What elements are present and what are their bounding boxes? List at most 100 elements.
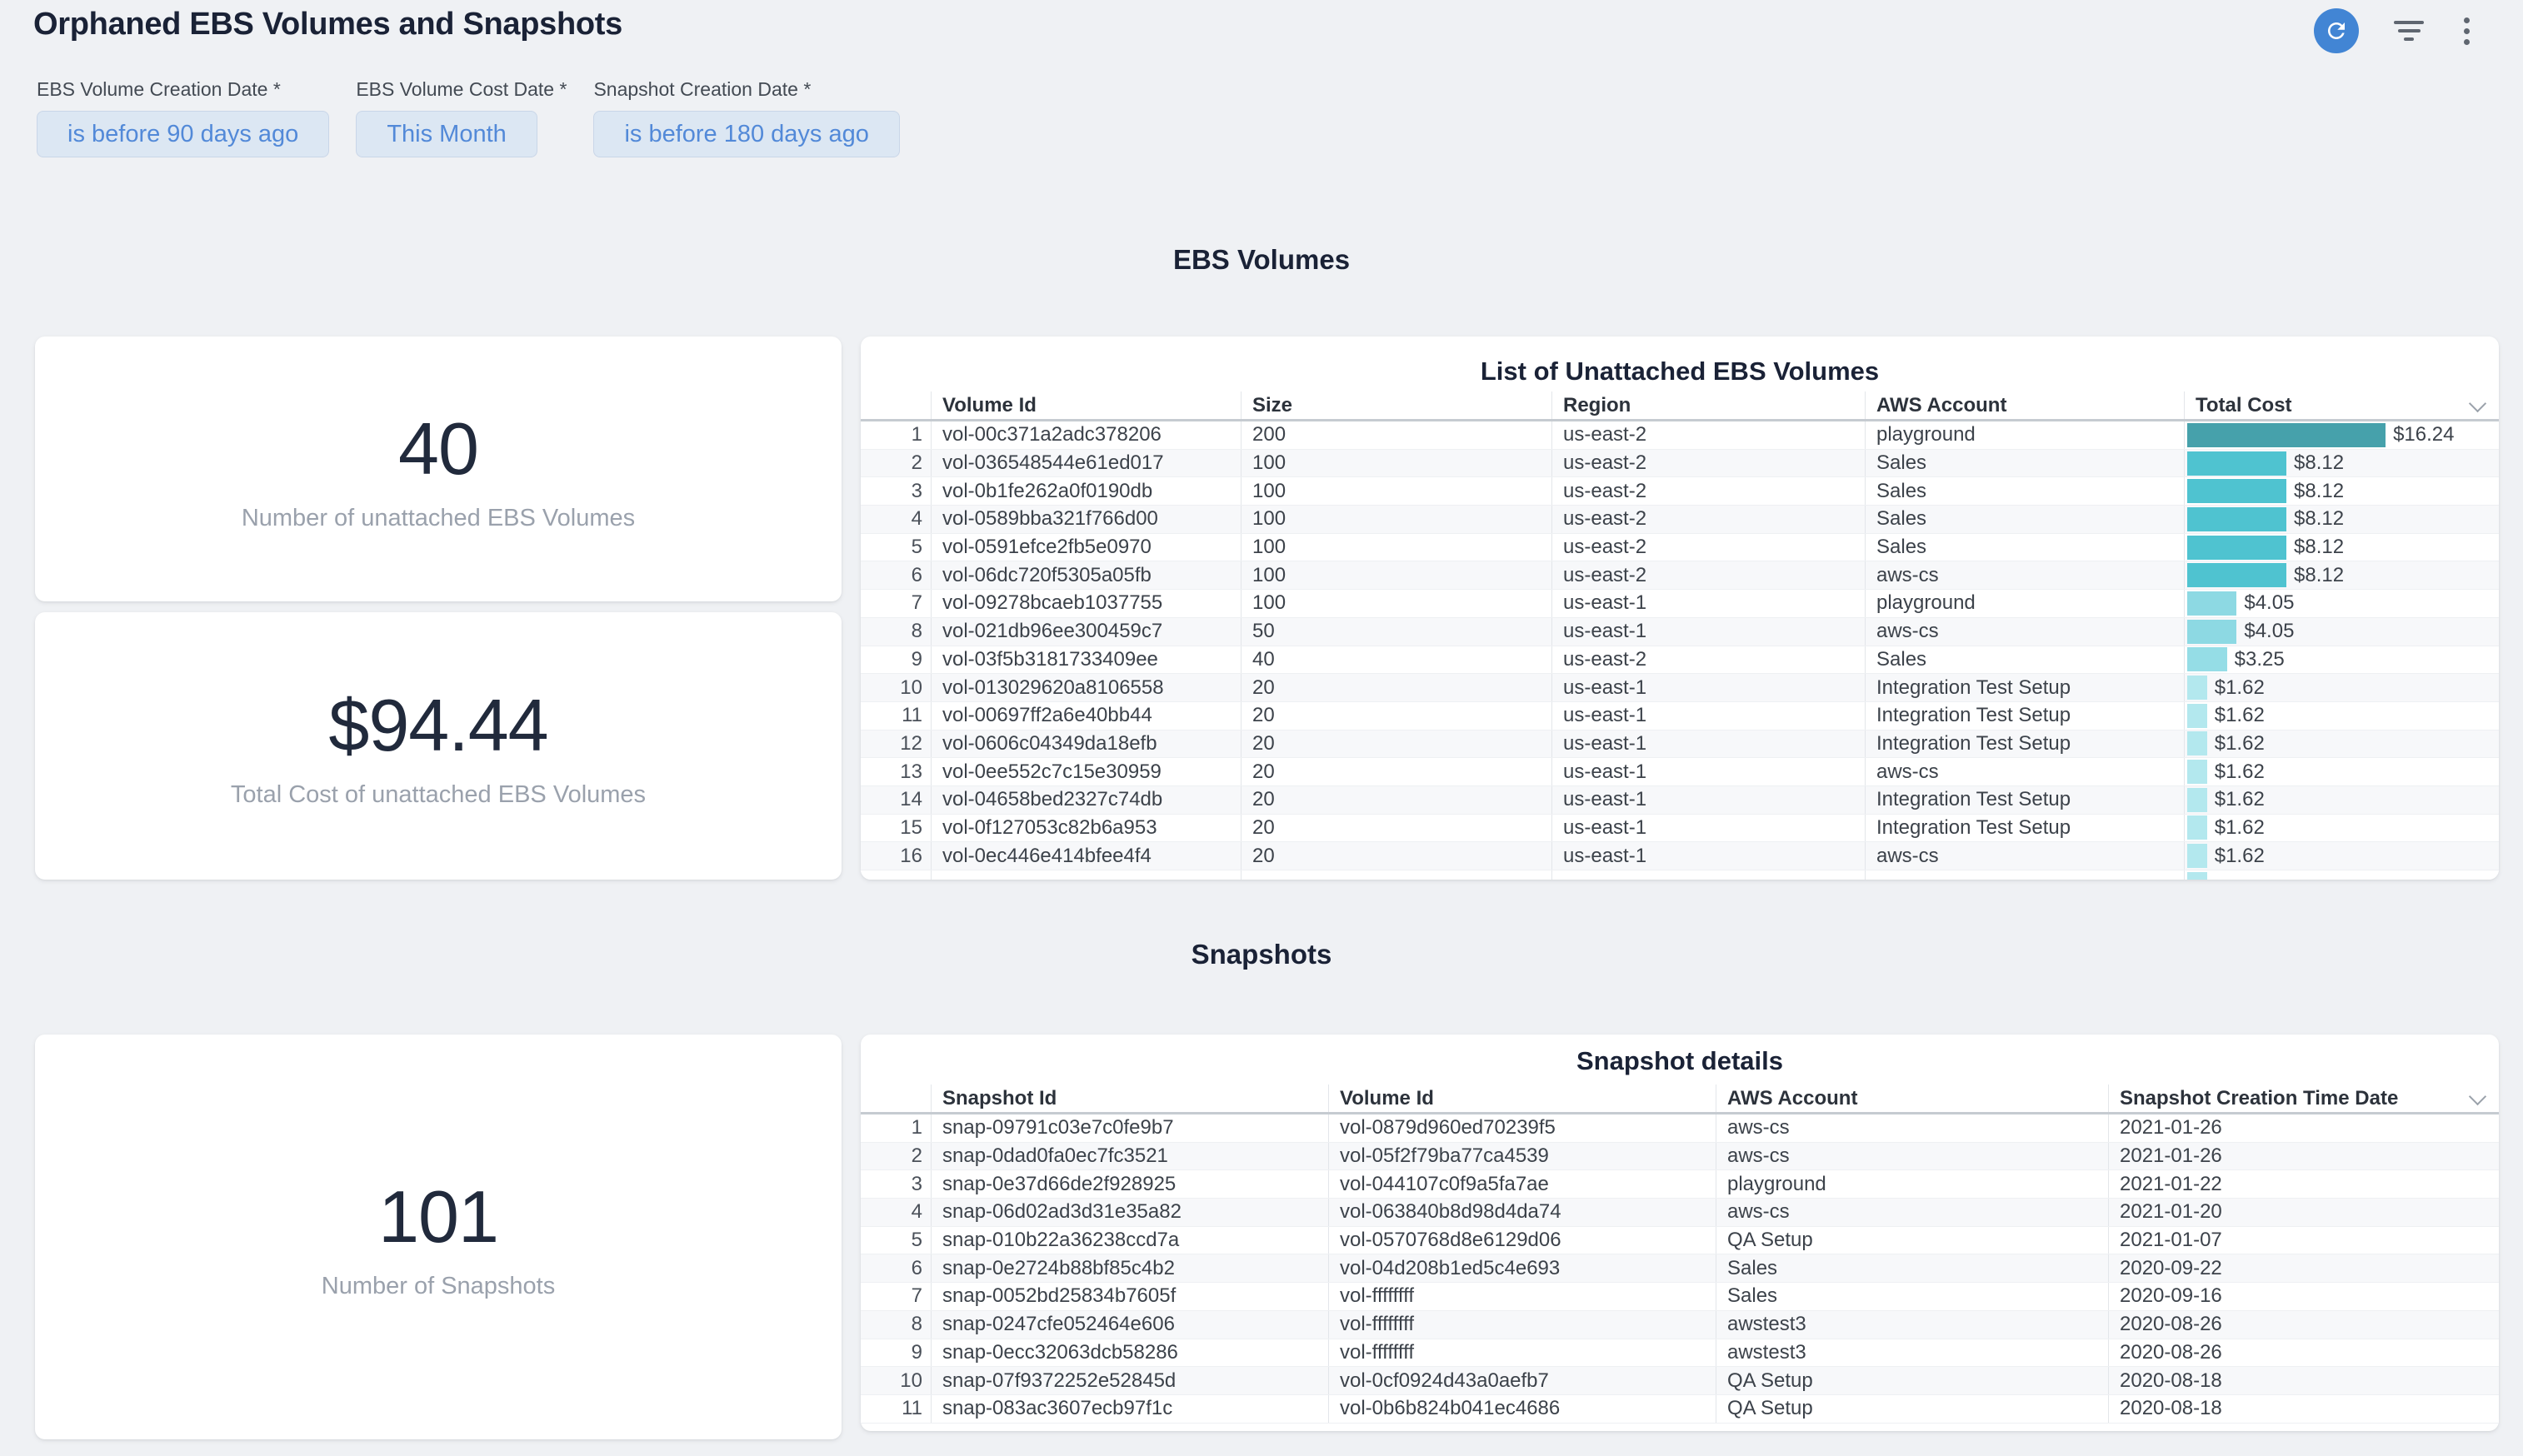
cell-aws-account[interactable]: Integration Test Setup [1865, 730, 2184, 758]
cell-total-cost[interactable]: $3.25 [2184, 646, 2499, 674]
cell-total-cost[interactable]: $8.12 [2184, 534, 2499, 561]
cell-volume-id[interactable]: vol-ffffffff [1328, 1283, 1716, 1310]
column-header-volume-id[interactable]: Volume Id [1328, 1085, 1716, 1112]
cell-total-cost[interactable]: $1.62 [2184, 674, 2499, 701]
cell-aws-account[interactable]: Sales [1865, 506, 2184, 533]
cell-volume-id[interactable]: vol-0b1fe262a0f0190db [931, 477, 1241, 505]
filter-chip-volume-creation-date[interactable]: is before 90 days ago [37, 111, 329, 157]
cell-region[interactable]: us-east-1 [1551, 786, 1865, 814]
cell-volume-id[interactable]: vol-021db96ee300459c7 [931, 618, 1241, 646]
cell-total-cost[interactable] [2184, 870, 2499, 880]
cell-volume-id[interactable]: vol-0570768d8e6129d06 [1328, 1227, 1716, 1254]
kebab-menu-icon[interactable] [2459, 12, 2475, 50]
cell-volume-id[interactable]: vol-013029620a8106558 [931, 674, 1241, 701]
cell-snapshot-id[interactable]: snap-06d02ad3d31e35a82 [931, 1199, 1328, 1226]
cell-aws-account[interactable]: QA Setup [1716, 1367, 2108, 1394]
column-header-aws-account[interactable]: AWS Account [1865, 391, 2184, 419]
cell-aws-account[interactable]: aws-cs [1865, 561, 2184, 589]
cell-volume-id[interactable]: vol-04658bed2327c74db [931, 786, 1241, 814]
cell-snapshot-id[interactable]: snap-0e37d66de2f928925 [931, 1170, 1328, 1198]
cell-snapshot-creation-date[interactable]: 2020-08-26 [2108, 1339, 2499, 1367]
cell-volume-id[interactable]: vol-06dc720f5305a05fb [931, 561, 1241, 589]
cell-aws-account[interactable]: Integration Test Setup [1865, 674, 2184, 701]
cell-aws-account[interactable]: Integration Test Setup [1865, 702, 2184, 730]
cell-aws-account[interactable]: playground [1716, 1170, 2108, 1198]
cell-volume-id[interactable]: vol-00c371a2adc378206 [931, 421, 1241, 449]
cell-size[interactable]: 20 [1241, 842, 1551, 870]
cell-region[interactable]: us-east-2 [1551, 534, 1865, 561]
cell-snapshot-id[interactable]: snap-0052bd25834b7605f [931, 1283, 1328, 1310]
refresh-button[interactable] [2314, 8, 2359, 53]
cell-aws-account[interactable]: QA Setup [1716, 1227, 2108, 1254]
cell-region[interactable]: us-east-1 [1551, 674, 1865, 701]
cell-volume-id[interactable]: vol-0f127053c82b6a953 [931, 815, 1241, 842]
cell-snapshot-creation-date[interactable]: 2020-08-26 [2108, 1311, 2499, 1339]
filter-chip-volume-cost-date[interactable]: This Month [356, 111, 537, 157]
cell-snapshot-creation-date[interactable]: 2020-09-16 [2108, 1283, 2499, 1310]
cell-size[interactable]: 20 [1241, 786, 1551, 814]
cell-volume-id[interactable]: vol-0879d960ed70239f5 [1328, 1114, 1716, 1142]
cell-snapshot-creation-date[interactable]: 2021-01-07 [2108, 1227, 2499, 1254]
cell-volume-id[interactable]: vol-ffffffff [1328, 1339, 1716, 1367]
cell-size[interactable]: 100 [1241, 561, 1551, 589]
column-header-region[interactable]: Region [1551, 391, 1865, 419]
cell-region[interactable]: us-east-1 [1551, 590, 1865, 617]
cell-region[interactable]: us-east-2 [1551, 561, 1865, 589]
column-header-snapshot-creation-time-date[interactable]: Snapshot Creation Time Date [2108, 1085, 2499, 1112]
cell-snapshot-creation-date[interactable]: 2020-09-22 [2108, 1254, 2499, 1282]
cell-snapshot-creation-date[interactable]: 2021-01-26 [2108, 1114, 2499, 1142]
cell-aws-account[interactable]: Sales [1865, 450, 2184, 477]
cell-aws-account[interactable]: Sales [1865, 534, 2184, 561]
cell-snapshot-id[interactable]: snap-09791c03e7c0fe9b7 [931, 1114, 1328, 1142]
cell-region[interactable]: us-east-1 [1551, 842, 1865, 870]
cell-region[interactable] [1551, 870, 1865, 880]
cell-aws-account[interactable]: playground [1865, 590, 2184, 617]
cell-size[interactable] [1241, 870, 1551, 880]
cell-aws-account[interactable]: Sales [1716, 1254, 2108, 1282]
cell-size[interactable]: 100 [1241, 534, 1551, 561]
cell-region[interactable]: us-east-2 [1551, 450, 1865, 477]
cell-aws-account[interactable] [1865, 870, 2184, 880]
cell-volume-id[interactable]: vol-036548544e61ed017 [931, 450, 1241, 477]
cell-size[interactable]: 20 [1241, 758, 1551, 785]
cell-aws-account[interactable]: Sales [1716, 1283, 2108, 1310]
cell-region[interactable]: us-east-1 [1551, 815, 1865, 842]
cell-size[interactable]: 20 [1241, 730, 1551, 758]
cell-aws-account[interactable]: QA Setup [1716, 1395, 2108, 1423]
cell-size[interactable]: 20 [1241, 702, 1551, 730]
cell-aws-account[interactable]: Sales [1865, 477, 2184, 505]
cell-region[interactable]: us-east-2 [1551, 477, 1865, 505]
cell-aws-account[interactable]: aws-cs [1716, 1199, 2108, 1226]
cell-snapshot-id[interactable]: snap-07f9372252e52845d [931, 1367, 1328, 1394]
cell-snapshot-creation-date[interactable]: 2021-01-20 [2108, 1199, 2499, 1226]
cell-snapshot-id[interactable]: snap-083ac3607ecb97f1c [931, 1395, 1328, 1423]
cell-volume-id[interactable]: vol-0ec446e414bfee4f4 [931, 842, 1241, 870]
cell-volume-id[interactable]: vol-09278bcaeb1037755 [931, 590, 1241, 617]
cell-aws-account[interactable]: awstest3 [1716, 1311, 2108, 1339]
cell-region[interactable]: us-east-1 [1551, 702, 1865, 730]
cell-size[interactable]: 100 [1241, 477, 1551, 505]
cell-total-cost[interactable]: $1.62 [2184, 842, 2499, 870]
cell-region[interactable]: us-east-2 [1551, 646, 1865, 674]
cell-volume-id[interactable]: vol-044107c0f9a5fa7ae [1328, 1170, 1716, 1198]
column-header-total-cost[interactable]: Total Cost [2184, 391, 2499, 419]
cell-snapshot-creation-date[interactable]: 2021-01-26 [2108, 1143, 2499, 1170]
cell-volume-id[interactable]: vol-04d208b1ed5c4e693 [1328, 1254, 1716, 1282]
cell-region[interactable]: us-east-2 [1551, 421, 1865, 449]
cell-size[interactable]: 50 [1241, 618, 1551, 646]
cell-volume-id[interactable]: vol-00697ff2a6e40bb44 [931, 702, 1241, 730]
cell-total-cost[interactable]: $8.12 [2184, 506, 2499, 533]
chevron-down-icon[interactable] [2469, 394, 2486, 411]
cell-volume-id[interactable]: vol-063840b8d98d4da74 [1328, 1199, 1716, 1226]
cell-region[interactable]: us-east-2 [1551, 506, 1865, 533]
cell-size[interactable]: 20 [1241, 674, 1551, 701]
cell-volume-id[interactable]: vol-0606c04349da18efb [931, 730, 1241, 758]
cell-volume-id[interactable]: vol-05f2f79ba77ca4539 [1328, 1143, 1716, 1170]
cell-total-cost[interactable]: $1.62 [2184, 815, 2499, 842]
cell-aws-account[interactable]: awstest3 [1716, 1339, 2108, 1367]
cell-size[interactable]: 20 [1241, 815, 1551, 842]
cell-aws-account[interactable]: aws-cs [1865, 758, 2184, 785]
cell-snapshot-creation-date[interactable]: 2020-08-18 [2108, 1395, 2499, 1423]
column-header-aws-account[interactable]: AWS Account [1716, 1085, 2108, 1112]
filter-chip-snapshot-creation-date[interactable]: is before 180 days ago [593, 111, 899, 157]
